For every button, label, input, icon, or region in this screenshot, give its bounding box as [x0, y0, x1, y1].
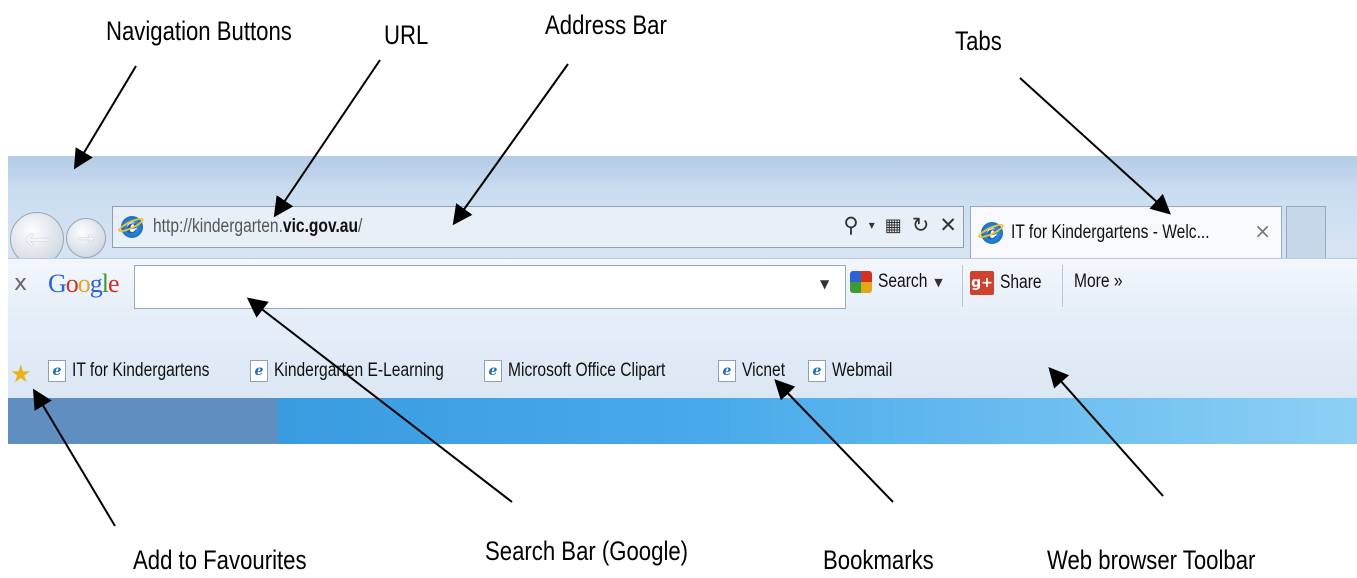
share-button[interactable]: g+ Share [970, 271, 1051, 295]
toolbar-separator [1062, 265, 1063, 307]
add-to-favorites-star-icon[interactable]: ★ [10, 360, 32, 388]
url-text[interactable]: http://kindergarten.vic.gov.au/ [153, 216, 362, 238]
google-search-input[interactable] [134, 265, 846, 309]
tab-close-icon[interactable]: × [1254, 219, 1271, 243]
label-web-browser-toolbar: Web browser Toolbar [1047, 545, 1256, 575]
address-tools: ⚲ ▾ ▦ ↻ ✕ [843, 213, 957, 237]
ie-page-icon: e [808, 360, 826, 382]
toolbar-separator [962, 265, 963, 307]
new-tab-button[interactable] [1286, 206, 1326, 258]
label-navigation-buttons: Navigation Buttons [106, 16, 292, 46]
ie-page-icon: e [48, 360, 66, 382]
favorite-label: Vicnet [742, 360, 786, 381]
url-suffix: / [357, 216, 363, 237]
toolbar-close-icon[interactable]: x [14, 271, 27, 296]
browser-chrome: ← → e http://kindergarten.vic.gov.au/ ⚲ … [8, 156, 1357, 444]
back-arrow-icon: ← [24, 221, 50, 257]
search-dropdown-icon[interactable]: ▼ [820, 277, 829, 291]
stop-icon[interactable]: ✕ [939, 213, 957, 237]
address-bar[interactable]: e http://kindergarten.vic.gov.au/ ⚲ ▾ ▦ … [112, 206, 964, 248]
label-add-to-favourites: Add to Favourites [133, 545, 307, 575]
url-prefix: http://kindergarten. [153, 216, 283, 237]
forward-arrow-icon: → [77, 226, 95, 250]
search-icon[interactable]: ⚲ [843, 213, 858, 237]
google-search-icon [850, 271, 872, 293]
page-band-right [278, 398, 1357, 444]
search-button-label: Search [878, 271, 928, 292]
google-logo: Google [48, 269, 120, 298]
label-bookmarks: Bookmarks [823, 545, 934, 575]
url-domain: vic.gov.au [282, 216, 358, 237]
share-button-label: Share [1000, 272, 1042, 293]
favorite-label: Kindergarten E-Learning [274, 360, 444, 381]
tab-active[interactable]: e IT for Kindergartens - Welc... × [970, 206, 1282, 258]
label-address-bar: Address Bar [545, 10, 667, 40]
ie-page-icon: e [250, 360, 268, 382]
arrow-navigation-buttons [73, 65, 137, 170]
favorites-bar: ★ e IT for Kindergartens e Kindergarten … [8, 312, 1357, 398]
label-tabs: Tabs [955, 26, 1002, 56]
favorite-link[interactable]: e Webmail [808, 360, 906, 382]
ie-page-icon: e [121, 216, 143, 238]
favorite-label: Microsoft Office Clipart [508, 360, 666, 381]
ie-page-icon: e [484, 360, 502, 382]
favorite-link[interactable]: e IT for Kindergartens [48, 360, 240, 382]
favorite-label: Webmail [832, 360, 893, 381]
tab-ie-icon: e [981, 221, 1003, 244]
more-button[interactable]: More » [1074, 271, 1122, 293]
dropdown-icon[interactable]: ▾ [869, 218, 875, 232]
label-search-bar: Search Bar (Google) [485, 536, 689, 566]
google-plus-icon: g+ [970, 271, 994, 295]
label-url: URL [384, 20, 429, 50]
ie-page-icon: e [718, 360, 736, 382]
google-toolbar: x Google ▼ Search ▼ g+ Share More » [8, 258, 1357, 313]
favorite-label: IT for Kindergartens [72, 360, 210, 381]
favorite-link[interactable]: e Vicnet [718, 360, 794, 382]
page-band-left [8, 398, 278, 444]
refresh-icon[interactable]: ↻ [912, 213, 930, 237]
compatibility-icon[interactable]: ▦ [885, 215, 902, 236]
favorite-link[interactable]: e Kindergarten E-Learning [250, 360, 481, 382]
google-search-button[interactable]: Search ▼ [850, 271, 943, 293]
chrome-top-strip [8, 156, 1357, 182]
forward-button[interactable]: → [66, 218, 106, 258]
search-options-icon[interactable]: ▼ [934, 276, 942, 289]
tab-title: IT for Kindergartens - Welc... [1011, 221, 1210, 243]
favorite-link[interactable]: e Microsoft Office Clipart [484, 360, 700, 382]
